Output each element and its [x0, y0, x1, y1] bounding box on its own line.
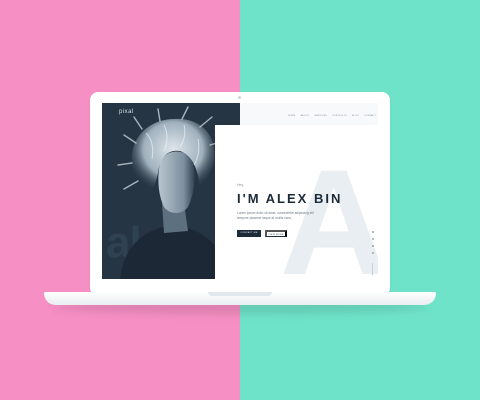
laptop-notch	[208, 292, 272, 296]
pagination-dot[interactable]	[372, 252, 374, 254]
hero-headline: I'M ALEX BIN	[237, 191, 343, 206]
pagination-dot[interactable]	[372, 231, 374, 233]
view-more-button[interactable]: VIEW MORE	[265, 230, 287, 237]
nav-item-home[interactable]: HOME	[288, 115, 295, 117]
slide-pagination	[371, 231, 375, 259]
pagination-dot[interactable]	[372, 238, 374, 240]
hero-greeting: Hey,	[237, 183, 244, 187]
site-logo[interactable]: pixal	[119, 109, 134, 115]
site-navigation: HOME ABOUT SERVICES PORTFOLIO BLOG CONTA…	[288, 113, 376, 119]
pagination-dot[interactable]	[372, 245, 374, 247]
camera-icon	[238, 96, 241, 99]
nav-item-blog[interactable]: BLOG	[352, 115, 359, 117]
nav-item-contact[interactable]: CONTACT	[364, 115, 376, 117]
nav-item-portfolio[interactable]: PORTFOLIO	[332, 115, 346, 117]
laptop-lid: alex	[90, 92, 390, 296]
laptop-screen: alex	[102, 103, 378, 279]
hero-description: Lorem ipsum dolor sit amet, consectetur …	[237, 211, 314, 220]
nav-item-about[interactable]: ABOUT	[301, 115, 310, 117]
nav-item-services[interactable]: SERVICES	[314, 115, 327, 117]
hero-card: A Hey, I'M ALEX BIN Lorem ipsum dolor si…	[215, 125, 378, 279]
scroll-indicator	[372, 263, 373, 275]
contact-me-button[interactable]: CONTACT ME	[237, 230, 261, 237]
